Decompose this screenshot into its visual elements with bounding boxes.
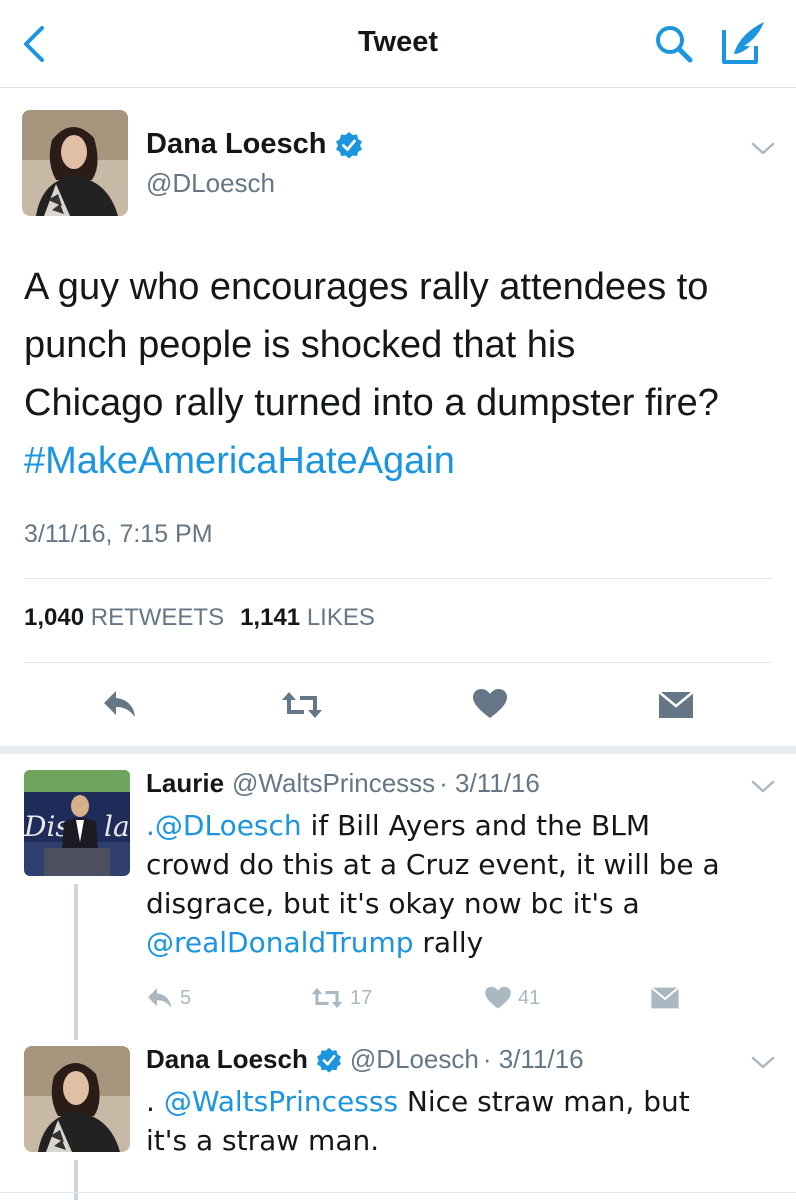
likes-stat[interactable]: 1,141 LIKES (240, 604, 375, 632)
compose-button[interactable] (718, 18, 768, 68)
mention-link[interactable]: @realDonaldTrump (146, 926, 414, 959)
tweet-stats: 1,040 RETWEETS 1,141 LIKES (24, 604, 375, 632)
reply-header: Laurie @WaltsPrincesss · 3/11/16 (146, 768, 540, 799)
reply-header: Dana Loesch @DLoesch · 3/11/16 (146, 1044, 584, 1075)
avatar[interactable] (24, 1046, 130, 1152)
retweets-label: RETWEETS (90, 604, 225, 631)
compose-icon (722, 22, 764, 64)
chevron-down-icon[interactable] (750, 778, 776, 796)
reply-date: · 3/11/16 (439, 768, 540, 798)
likes-label: LIKES (306, 604, 375, 631)
svg-text:la: la (104, 810, 130, 843)
search-icon (656, 26, 693, 63)
reply-button[interactable]: 5 (146, 986, 191, 1010)
likes-count: 1,141 (240, 604, 301, 631)
reply-text-segment: if Bill Ayers and the BLM (301, 809, 650, 842)
thread-line (74, 884, 78, 1040)
reply-text-line: disgrace, but it's okay now bc it's a (146, 887, 640, 920)
heart-icon (485, 986, 511, 1009)
reply-author-handle[interactable]: @DLoesch (350, 1044, 479, 1075)
reply-text-segment: Nice straw man, but (398, 1085, 690, 1118)
reply-text: .@DLoesch if Bill Ayers and the BLM crow… (146, 806, 776, 962)
chevron-down-icon[interactable] (750, 140, 776, 158)
reply-text-line: .@DLoesch if Bill Ayers and the BLM (146, 806, 776, 845)
profile-photo-icon: Dis la (24, 770, 130, 876)
profile-photo-icon (24, 1046, 130, 1152)
envelope-icon (650, 986, 680, 1009)
verified-badge-icon (335, 131, 362, 158)
reply-text-line: @realDonaldTrump rally (146, 923, 776, 962)
retweet-count: 17 (350, 986, 373, 1009)
reply-author-handle[interactable]: @WaltsPrincesss (232, 768, 435, 799)
divider (24, 662, 772, 663)
author-name-row: Dana Loesch (146, 128, 363, 161)
direct-message-button[interactable] (650, 986, 680, 1010)
reply-icon (104, 691, 135, 717)
profile-photo-icon (22, 110, 128, 216)
avatar[interactable] (22, 110, 128, 216)
reply-text-line: . @WaltsPrincesss Nice straw man, but (146, 1082, 776, 1121)
reply-text: . @WaltsPrincesss Nice straw man, but it… (146, 1082, 776, 1160)
reply-date: · 3/11/16 (482, 1044, 584, 1074)
retweet-button[interactable]: 17 (310, 986, 372, 1010)
avatar[interactable]: Dis la (24, 770, 130, 876)
retweet-icon (311, 987, 343, 1009)
reply-text-segment: rally (413, 926, 484, 959)
tweet-text-line: punch people is shocked that his (24, 324, 576, 366)
retweet-icon (282, 692, 322, 718)
hashtag-link[interactable]: #MakeAmericaHateAgain (24, 432, 784, 490)
thread-line (74, 1160, 78, 1200)
reply-text-line: crowd do this at a Cruz event, it will b… (146, 848, 720, 881)
heart-icon (473, 689, 507, 718)
section-separator (0, 746, 796, 754)
reply-author-name[interactable]: Laurie (146, 768, 224, 799)
direct-message-button[interactable] (658, 690, 694, 725)
tweet-timestamp: 3/11/16, 7:15 PM (24, 520, 213, 548)
mention-link[interactable]: .@DLoesch (146, 809, 302, 842)
nav-bar: Tweet (0, 0, 796, 88)
mention-link[interactable]: @WaltsPrincesss (164, 1085, 398, 1118)
author-handle[interactable]: @DLoesch (146, 168, 275, 199)
tweet-text-line: A guy who encourages rally attendees to (24, 266, 709, 308)
retweet-button[interactable] (280, 690, 324, 725)
tweet-text: A guy who encourages rally attendees to … (24, 258, 784, 490)
reply-icon (148, 988, 172, 1008)
like-count: 41 (518, 986, 541, 1009)
tweet-text-line: Chicago rally turned into a dumpster fir… (24, 382, 719, 424)
envelope-icon (658, 691, 694, 718)
reply-button[interactable] (102, 688, 138, 725)
chevron-down-icon[interactable] (750, 1054, 776, 1072)
retweets-count: 1,040 (24, 604, 85, 631)
like-button[interactable] (472, 688, 508, 725)
search-button[interactable] (652, 22, 696, 66)
retweets-stat[interactable]: 1,040 RETWEETS (24, 604, 224, 632)
reply-author-name[interactable]: Dana Loesch (146, 1044, 308, 1075)
reply-text-segment: . (146, 1085, 164, 1118)
author-name[interactable]: Dana Loesch (146, 128, 327, 161)
reply-text-line: it's a straw man. (146, 1124, 380, 1157)
divider (24, 578, 772, 579)
reply-count: 5 (180, 986, 192, 1009)
verified-badge-icon (316, 1047, 341, 1073)
like-button[interactable]: 41 (484, 986, 540, 1010)
divider (0, 1192, 796, 1193)
